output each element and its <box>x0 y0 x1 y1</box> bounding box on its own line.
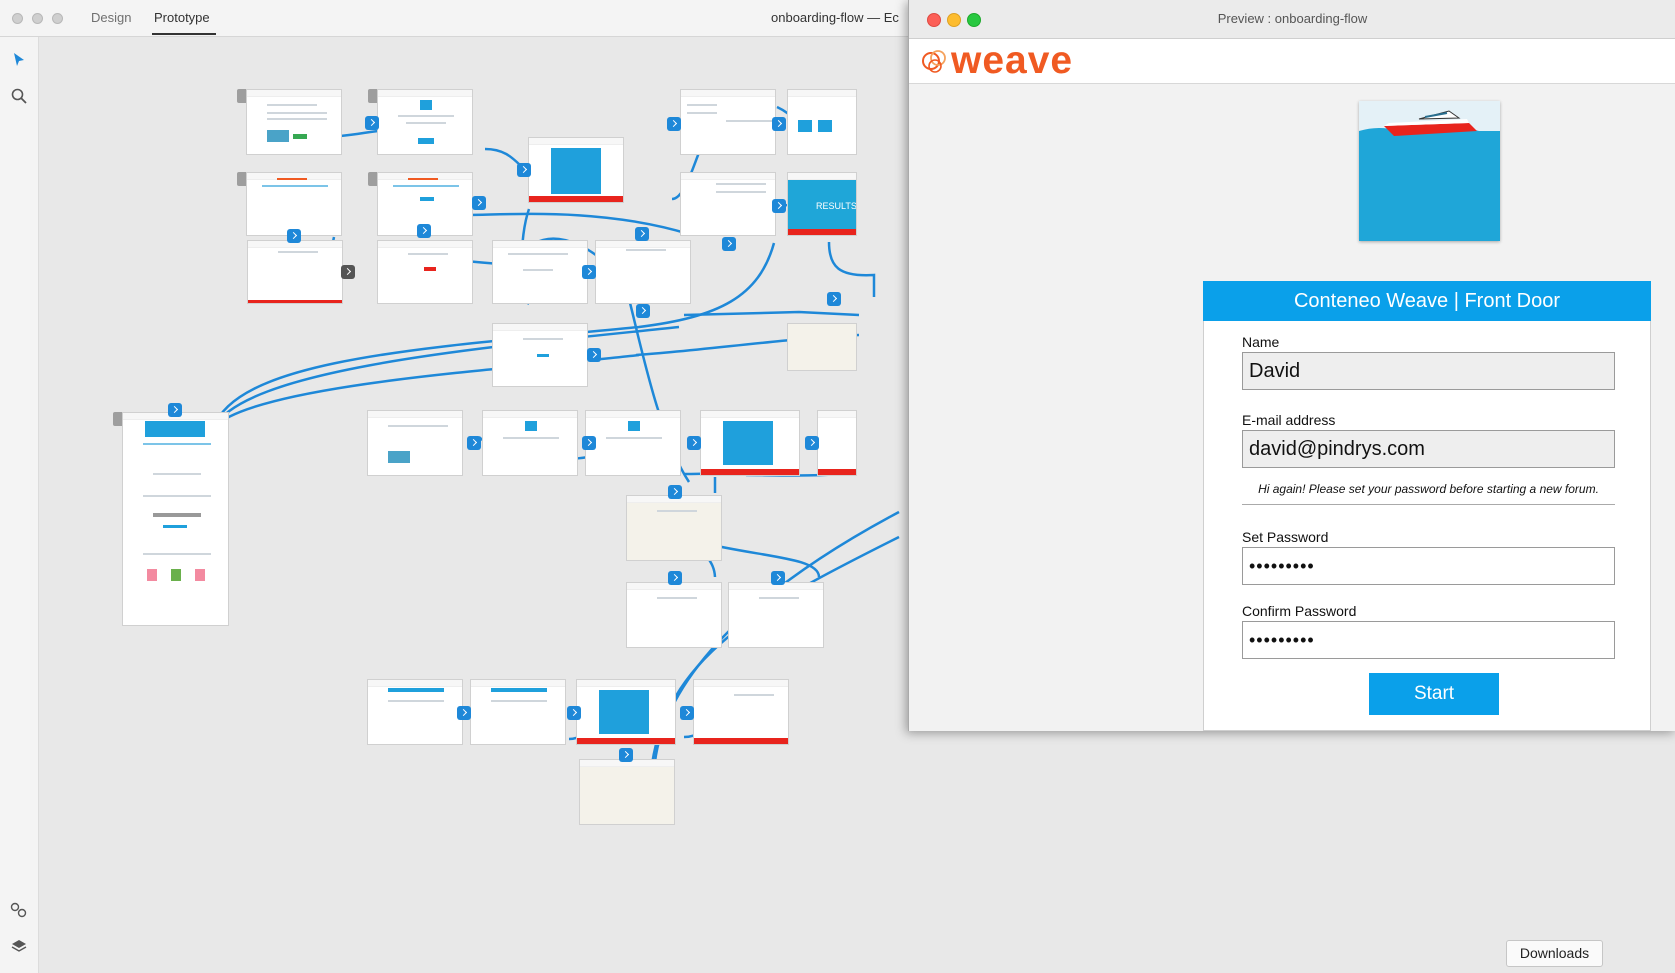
artboard-form-error[interactable] <box>377 240 473 304</box>
artboard-login[interactable] <box>377 89 473 155</box>
prototype-canvas[interactable]: RESULTS <box>39 37 909 973</box>
confirm-password-field[interactable]: ••••••••• <box>1242 621 1615 659</box>
name-field[interactable]: David <box>1242 352 1615 390</box>
flow-handle[interactable] <box>668 571 682 585</box>
flow-handle[interactable] <box>619 748 633 762</box>
artboard-results-3[interactable] <box>693 679 789 745</box>
artboard-forum-list[interactable] <box>680 89 776 155</box>
artboard-edge[interactable] <box>817 410 857 476</box>
active-tab-indicator <box>152 33 216 35</box>
flow-handle[interactable] <box>827 292 841 306</box>
weave-logo-icon <box>922 50 946 73</box>
flow-handle[interactable] <box>667 117 681 131</box>
artboard-boat-hero-2[interactable] <box>700 410 800 476</box>
preview-titlebar: Preview : onboarding-flow <box>909 0 1675 39</box>
artboard-forum-ready[interactable] <box>728 582 824 648</box>
artboard-login-2[interactable] <box>482 410 578 476</box>
flow-handle[interactable] <box>635 227 649 241</box>
flow-handle[interactable] <box>517 163 531 177</box>
flow-handle-back[interactable] <box>341 265 355 279</box>
tab-prototype[interactable]: Prototype <box>154 10 210 25</box>
artboard-signup-3[interactable] <box>470 679 566 745</box>
flow-handle[interactable] <box>472 196 486 210</box>
name-label: Name <box>1242 334 1280 350</box>
artboard-home-stub[interactable] <box>368 172 377 186</box>
artboard-invite[interactable] <box>595 240 691 304</box>
flow-handle[interactable] <box>287 229 301 243</box>
flow-handle[interactable] <box>457 706 471 720</box>
artboard-new-forum[interactable] <box>680 172 776 236</box>
email-field[interactable]: david@pindrys.com <box>1242 430 1615 468</box>
zoom-search-icon[interactable] <box>10 87 28 105</box>
start-button[interactable]: Start <box>1369 673 1499 715</box>
artboard-requirements-2[interactable] <box>367 410 463 476</box>
artboard-note[interactable] <box>787 323 857 371</box>
document-title: onboarding-flow — Ec <box>771 10 899 25</box>
flow-handle[interactable] <box>417 224 431 238</box>
window-minimize-button[interactable] <box>32 13 43 24</box>
artboard-results[interactable]: RESULTS <box>787 172 857 236</box>
weave-logo-text: weave <box>951 39 1074 82</box>
form-heading: Conteneo Weave | Front Door <box>1203 281 1651 321</box>
password-hint: Hi again! Please set your password befor… <box>1258 482 1599 496</box>
front-door-form: Conteneo Weave | Front Door Name David E… <box>1203 281 1651 731</box>
downloads-button[interactable]: Downloads <box>1506 940 1603 967</box>
artboard-gallery[interactable] <box>787 89 857 155</box>
confirm-password-label: Confirm Password <box>1242 603 1357 619</box>
flow-handle[interactable] <box>687 436 701 450</box>
flow-handle[interactable] <box>567 706 581 720</box>
artboard-requirements[interactable] <box>246 89 342 155</box>
symbols-link-icon[interactable] <box>10 901 28 919</box>
flow-handle[interactable] <box>467 436 481 450</box>
artboard-boat-hero[interactable] <box>528 137 624 203</box>
layers-icon[interactable] <box>10 937 28 955</box>
boat-hero-image <box>1359 101 1500 241</box>
preview-window: Preview : onboarding-flow weave Conteneo… <box>908 0 1675 731</box>
artboard-boat-hero-3[interactable] <box>576 679 676 745</box>
tool-rail <box>0 37 39 973</box>
tab-design[interactable]: Design <box>91 10 131 25</box>
artboard-landing-page[interactable] <box>122 412 229 626</box>
artboard-home-stub[interactable] <box>113 412 122 426</box>
set-password-field[interactable]: ••••••••• <box>1242 547 1615 585</box>
flow-handle[interactable] <box>582 265 596 279</box>
flow-handle[interactable] <box>680 706 694 720</box>
artboard-join[interactable] <box>492 240 588 304</box>
artboard-signup-2[interactable] <box>585 410 681 476</box>
artboard-forum-created[interactable] <box>492 323 588 387</box>
window-zoom-button[interactable] <box>52 13 63 24</box>
flow-handle[interactable] <box>668 485 682 499</box>
set-password-label: Set Password <box>1242 529 1329 545</box>
weave-header: weave <box>909 39 1675 84</box>
flow-handle[interactable] <box>168 403 182 417</box>
artboard-note-3[interactable] <box>579 759 675 825</box>
flow-handle[interactable] <box>365 116 379 130</box>
artboard-login-3[interactable] <box>367 679 463 745</box>
artboard-confirm[interactable] <box>247 240 343 304</box>
email-label: E-mail address <box>1242 412 1336 428</box>
artboard-thank-you[interactable] <box>626 582 722 648</box>
flow-handle[interactable] <box>771 571 785 585</box>
flow-handle[interactable] <box>636 304 650 318</box>
artboard-home-stub[interactable] <box>237 172 246 186</box>
preview-title: Preview : onboarding-flow <box>1217 11 1368 26</box>
flow-handle[interactable] <box>582 436 596 450</box>
artboard-home-stub[interactable] <box>237 89 246 103</box>
artboard-invite-email[interactable] <box>626 495 722 561</box>
results-label: RESULTS <box>816 201 857 211</box>
window-close-button[interactable] <box>12 13 23 24</box>
hint-divider <box>1242 504 1615 505</box>
artboard-home-stub[interactable] <box>368 89 377 103</box>
flow-handle[interactable] <box>772 199 786 213</box>
artboard-welcome[interactable] <box>246 172 342 236</box>
flow-handle[interactable] <box>805 436 819 450</box>
flow-handle[interactable] <box>772 117 786 131</box>
select-arrow-icon[interactable] <box>10 51 28 69</box>
flow-handle[interactable] <box>722 237 736 251</box>
flow-handle[interactable] <box>587 348 601 362</box>
